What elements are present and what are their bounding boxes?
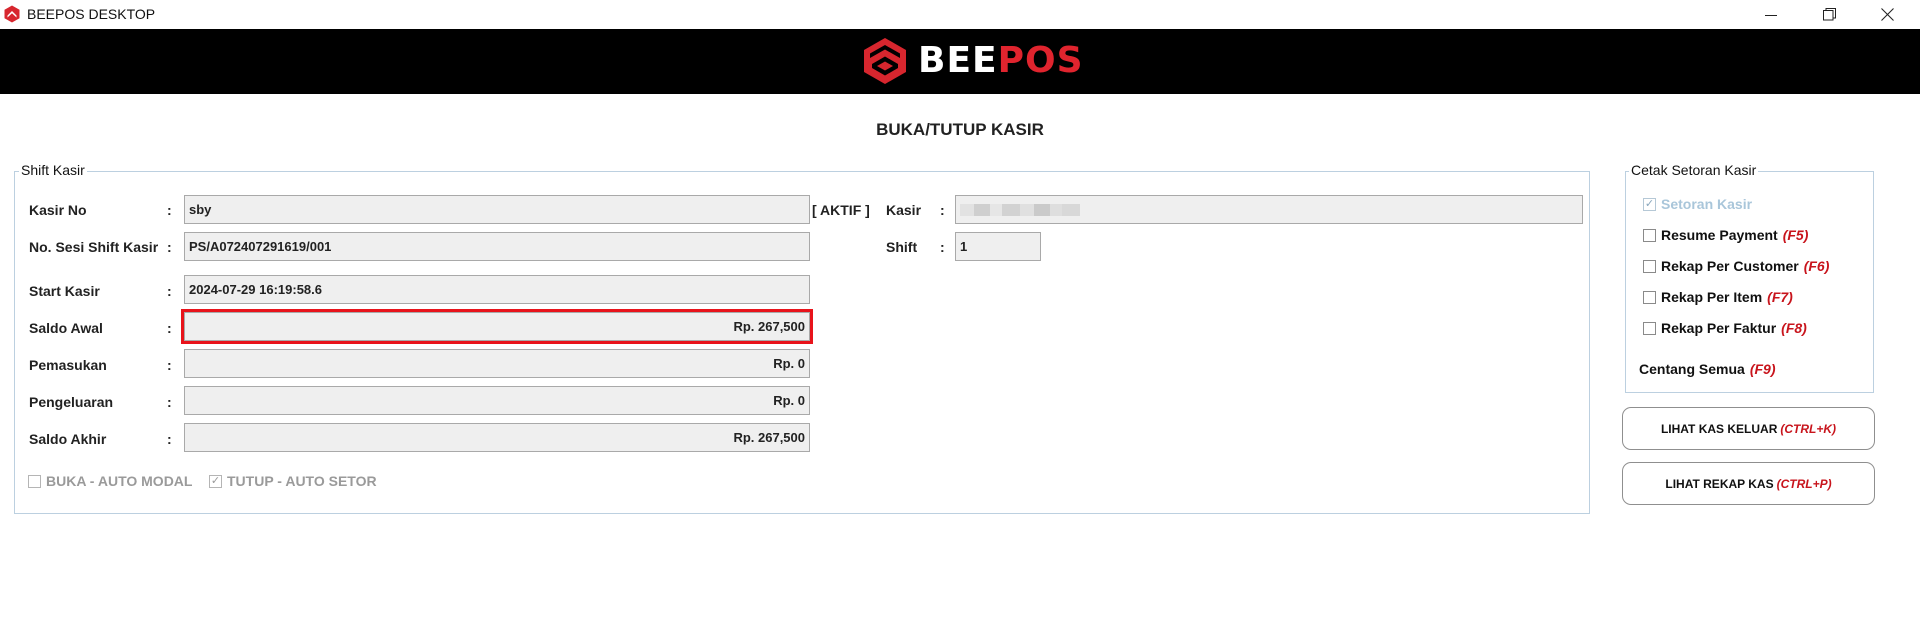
shortcut-f7: (F7) [1767, 289, 1793, 305]
saldo-awal-field[interactable]: Rp. 267,500 [181, 309, 813, 344]
pemasukan-label: Pemasukan [29, 357, 107, 373]
checkbox-unchecked-icon [1643, 228, 1656, 242]
shift-kasir-legend: Shift Kasir [19, 162, 87, 178]
restore-button[interactable] [1800, 0, 1858, 29]
beepos-logo-icon [864, 38, 906, 84]
tutup-auto-setor-checkbox[interactable]: ✓ TUTUP - AUTO SETOR [209, 473, 377, 489]
close-button[interactable] [1858, 0, 1916, 29]
start-kasir-label: Start Kasir [29, 283, 100, 299]
minimize-button[interactable] [1742, 0, 1800, 29]
no-sesi-field[interactable]: PS/A072407291619/001 [184, 232, 810, 261]
checkbox-checked-icon: ✓ [209, 474, 222, 488]
start-kasir-colon: : [167, 283, 172, 299]
resume-payment-checkbox[interactable]: Resume Payment (F5) [1643, 227, 1808, 243]
window-title: BEEPOS DESKTOP [27, 6, 156, 22]
shortcut-f9: (F9) [1749, 361, 1776, 377]
pengeluaran-colon: : [167, 394, 172, 410]
saldo-awal-label: Saldo Awal [29, 320, 103, 336]
page-title: BUKA/TUTUP KASIR [876, 120, 1044, 139]
start-kasir-field[interactable]: 2024-07-29 16:19:58.6 [184, 275, 810, 304]
checkbox-checked-icon: ✓ [1643, 197, 1656, 211]
centang-semua-link[interactable]: Centang Semua (F9) [1639, 361, 1775, 377]
saldo-akhir-field[interactable]: Rp. 267,500 [184, 423, 810, 452]
brand-pos-text: POS [997, 40, 1084, 81]
no-sesi-label: No. Sesi Shift Kasir [29, 239, 159, 255]
pemasukan-field[interactable]: Rp. 0 [184, 349, 810, 378]
kasir-no-colon: : [167, 202, 172, 218]
cetak-setoran-legend: Cetak Setoran Kasir [1629, 162, 1759, 178]
window-titlebar: BEEPOS DESKTOP [0, 0, 1920, 29]
brand-header: BEEPOS [0, 29, 1920, 94]
pengeluaran-field[interactable]: Rp. 0 [184, 386, 810, 415]
saldo-awal-colon: : [167, 320, 172, 336]
minimize-icon [1765, 14, 1777, 16]
shortcut-f8: (F8) [1781, 320, 1807, 336]
beepos-app-icon [4, 5, 20, 23]
status-aktif-label: [ AKTIF ] [812, 202, 870, 218]
shift-colon: : [940, 239, 945, 255]
kasir-colon: : [940, 202, 945, 218]
shift-label: Shift [886, 239, 918, 255]
saldo-akhir-label: Saldo Akhir [29, 431, 107, 447]
kasir-name-field[interactable] [955, 195, 1583, 224]
redacted-name [960, 196, 1080, 223]
beepos-logo: BEEPOS [862, 37, 1084, 85]
kasir-label: Kasir [886, 202, 922, 218]
lihat-kas-keluar-button[interactable]: LIHAT KAS KELUAR (CTRL+K) [1622, 407, 1875, 450]
brand-bee-text: BEE [918, 40, 998, 81]
checkbox-unchecked-icon [28, 474, 41, 488]
setoran-kasir-checkbox[interactable]: ✓ Setoran Kasir [1643, 196, 1752, 212]
checkbox-unchecked-icon [1643, 290, 1656, 304]
kasir-no-field[interactable]: sby [184, 195, 810, 224]
no-sesi-colon: : [167, 239, 172, 255]
kasir-no-label: Kasir No [29, 202, 87, 218]
rekap-per-faktur-checkbox[interactable]: Rekap Per Faktur (F8) [1643, 320, 1807, 336]
checkbox-unchecked-icon [1643, 321, 1656, 335]
shortcut-f6: (F6) [1803, 258, 1830, 274]
shift-field[interactable]: 1 [955, 232, 1041, 261]
close-icon [1880, 8, 1894, 21]
rekap-per-customer-checkbox[interactable]: Rekap Per Customer (F6) [1643, 258, 1829, 274]
buka-auto-modal-checkbox[interactable]: BUKA - AUTO MODAL [28, 473, 192, 489]
lihat-rekap-kas-button[interactable]: LIHAT REKAP KAS (CTRL+P) [1622, 462, 1875, 505]
rekap-per-item-checkbox[interactable]: Rekap Per Item (F7) [1643, 289, 1793, 305]
checkbox-unchecked-icon [1643, 259, 1656, 273]
saldo-akhir-colon: : [167, 431, 172, 447]
restore-icon [1822, 8, 1836, 21]
shortcut-ctrl-k: (CTRL+K) [1780, 421, 1837, 436]
pemasukan-colon: : [167, 357, 172, 373]
shortcut-ctrl-p: (CTRL+P) [1776, 476, 1832, 491]
pengeluaran-label: Pengeluaran [29, 394, 114, 410]
shortcut-f5: (F5) [1782, 227, 1809, 243]
